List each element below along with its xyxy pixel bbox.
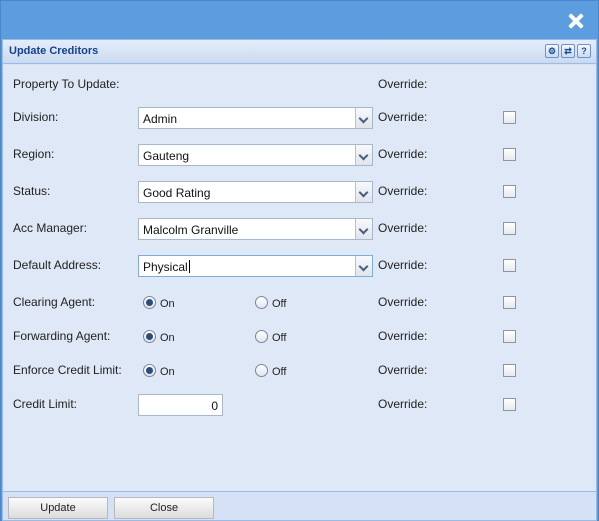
update-creditors-panel: Update Creditors ⚙ ⇄ ? Property To Updat… [2, 39, 597, 521]
acc-manager-override-label: Override: [378, 221, 428, 235]
clearing-agent-off-radio[interactable] [255, 296, 268, 309]
clearing-agent-label: Clearing Agent: [13, 295, 96, 309]
status-label: Status: [13, 184, 51, 198]
status-override-checkbox[interactable] [503, 185, 516, 198]
status-combo[interactable]: Good Rating [138, 181, 373, 203]
forwarding-agent-on-radio[interactable] [143, 330, 156, 343]
region-override-label: Override: [378, 147, 428, 161]
help-icon[interactable]: ? [577, 44, 591, 58]
status-value: Good Rating [143, 186, 211, 200]
forwarding-agent-label: Forwarding Agent: [13, 329, 111, 343]
forwarding-agent-override-checkbox[interactable] [503, 330, 516, 343]
credit-limit-override-checkbox[interactable] [503, 398, 516, 411]
chevron-down-icon[interactable] [355, 182, 372, 202]
clearing-agent-override-checkbox[interactable] [503, 296, 516, 309]
credit-limit-input[interactable]: 0 [138, 394, 223, 416]
credit-limit-override-label: Override: [378, 397, 428, 411]
chevron-down-icon[interactable] [355, 256, 372, 276]
default-address-combo[interactable]: Physical [138, 255, 373, 277]
division-label: Division: [13, 110, 59, 124]
clearing-agent-on-label: On [160, 298, 175, 310]
panel-header: Update Creditors ⚙ ⇄ ? [3, 40, 596, 64]
property-to-update-label: Property To Update: [13, 77, 120, 91]
region-combo[interactable]: Gauteng [138, 144, 373, 166]
default-address-override-checkbox[interactable] [503, 259, 516, 272]
default-address-value: Physical [143, 260, 190, 274]
credit-limit-value: 0 [211, 399, 218, 413]
forwarding-agent-off-label: Off [272, 332, 287, 344]
division-override-label: Override: [378, 110, 428, 124]
form-body: Property To Update: Override: Division: … [3, 65, 596, 491]
forwarding-agent-override-label: Override: [378, 329, 428, 343]
chevron-down-icon[interactable] [355, 145, 372, 165]
override-header-label: Override: [378, 77, 428, 91]
chevron-down-icon[interactable] [355, 108, 372, 128]
acc-manager-value: Malcolm Granville [143, 223, 239, 237]
enforce-credit-limit-off-radio[interactable] [255, 364, 268, 377]
close-button[interactable]: Close [114, 497, 214, 519]
division-value: Admin [143, 112, 178, 126]
clearing-agent-override-label: Override: [378, 295, 428, 309]
enforce-credit-limit-override-label: Override: [378, 363, 428, 377]
enforce-credit-limit-label: Enforce Credit Limit: [13, 363, 122, 377]
enforce-credit-limit-on-label: On [160, 366, 175, 378]
enforce-credit-limit-on-radio[interactable] [143, 364, 156, 377]
region-label: Region: [13, 147, 55, 161]
enforce-credit-limit-off-label: Off [272, 366, 287, 378]
panel-tools: ⚙ ⇄ ? [545, 44, 591, 58]
credit-limit-label: Credit Limit: [13, 397, 78, 411]
forwarding-agent-off-radio[interactable] [255, 330, 268, 343]
acc-manager-label: Acc Manager: [13, 221, 88, 235]
acc-manager-combo[interactable]: Malcolm Granville [138, 218, 373, 240]
update-creditors-window: Update Creditors ⚙ ⇄ ? Property To Updat… [0, 0, 599, 521]
update-button[interactable]: Update [8, 497, 108, 519]
region-value: Gauteng [143, 149, 190, 163]
forwarding-agent-on-label: On [160, 332, 175, 344]
chevron-down-icon[interactable] [355, 219, 372, 239]
text-caret [188, 260, 190, 273]
division-combo[interactable]: Admin [138, 107, 373, 129]
division-override-checkbox[interactable] [503, 111, 516, 124]
gear-icon[interactable]: ⚙ [545, 44, 559, 58]
close-icon[interactable] [568, 13, 584, 29]
clearing-agent-on-radio[interactable] [143, 296, 156, 309]
window-titlebar [1, 1, 598, 39]
panel-footer: Update Close [3, 491, 596, 520]
acc-manager-override-checkbox[interactable] [503, 222, 516, 235]
default-address-override-label: Override: [378, 258, 428, 272]
default-address-label: Default Address: [13, 258, 102, 272]
enforce-credit-limit-override-checkbox[interactable] [503, 364, 516, 377]
status-override-label: Override: [378, 184, 428, 198]
refresh-icon[interactable]: ⇄ [561, 44, 575, 58]
clearing-agent-off-label: Off [272, 298, 287, 310]
region-override-checkbox[interactable] [503, 148, 516, 161]
panel-title: Update Creditors [9, 45, 99, 57]
